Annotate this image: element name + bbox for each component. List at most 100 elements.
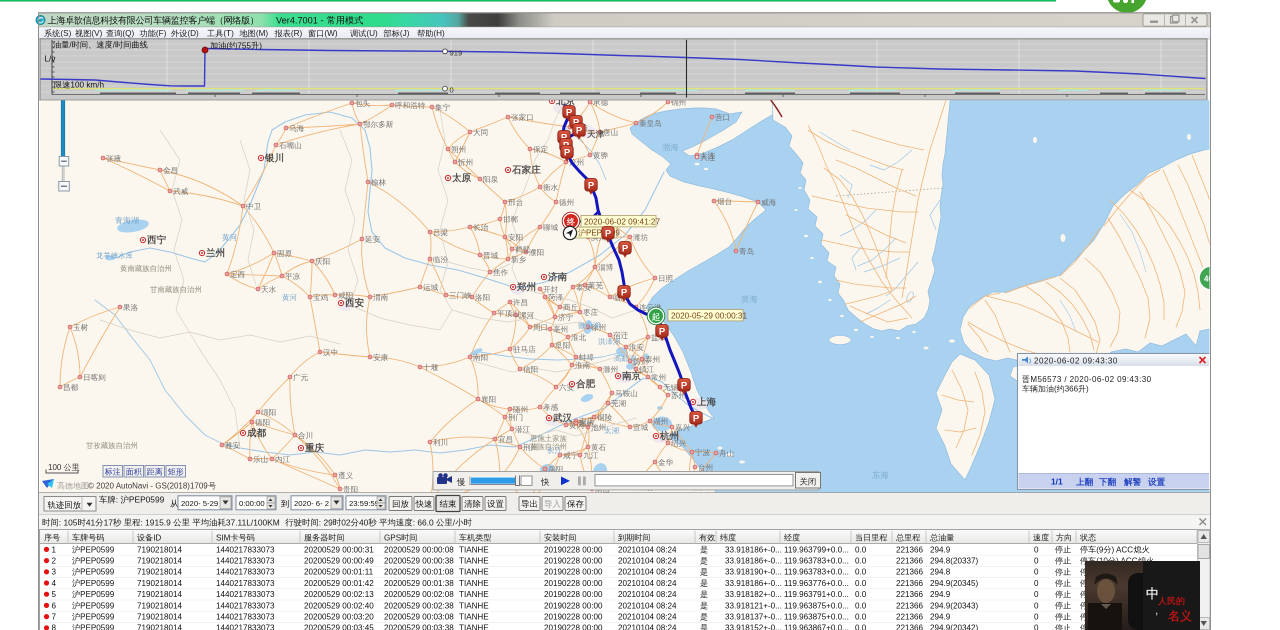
svg-text:20190228 00:00: 20190228 00:00	[544, 613, 603, 622]
svg-text:119.963791+0.0...: 119.963791+0.0...	[784, 590, 849, 599]
svg-text:20200529 00:03:45: 20200529 00:03:45	[304, 624, 374, 630]
svg-text:P: P	[693, 413, 700, 424]
svg-text:P: P	[564, 147, 571, 158]
svg-text:): )	[1086, 385, 1089, 394]
svg-text:119.963776+0.0...: 119.963776+0.0...	[784, 579, 849, 588]
svg-text:TIANHE: TIANHE	[459, 624, 489, 630]
svg-text:© 2020 AutoNavi - GS(2018)1709: © 2020 AutoNavi - GS(2018)1709	[88, 482, 208, 491]
svg-text:221366: 221366	[896, 624, 924, 630]
svg-text:0.0: 0.0	[855, 557, 867, 566]
svg-text:40: 40	[359, 517, 369, 527]
svg-text:7190218014: 7190218014	[137, 601, 183, 610]
svg-text:20210104 08:24: 20210104 08:24	[618, 557, 677, 566]
svg-text:20200529 00:01:42: 20200529 00:01:42	[304, 579, 374, 588]
svg-text:1440217833073: 1440217833073	[216, 613, 275, 622]
svg-text:0: 0	[1034, 613, 1039, 622]
svg-text:100: 100	[48, 463, 62, 472]
svg-text:20190228 00:00: 20190228 00:00	[544, 624, 603, 630]
svg-text:33.918121+-0...: 33.918121+-0...	[725, 601, 782, 610]
svg-text:TIANHE: TIANHE	[459, 557, 489, 566]
svg-text:1440217833073: 1440217833073	[216, 601, 275, 610]
svg-text:294.8(20337): 294.8(20337)	[930, 557, 978, 566]
svg-text:: 105: : 105	[59, 517, 78, 527]
svg-text:33.918190+-0...: 33.918190+-0...	[725, 568, 782, 577]
svg-text:(R): (R)	[291, 29, 303, 38]
svg-text:2020-06-02 09:41:27: 2020-06-02 09:41:27	[584, 217, 660, 226]
svg-text:41: 41	[86, 517, 96, 527]
svg-text:20200529 00:00:08: 20200529 00:00:08	[384, 545, 454, 554]
svg-text:(S): (S)	[60, 29, 71, 38]
svg-text:7190218014: 7190218014	[137, 557, 183, 566]
svg-text:02: 02	[341, 517, 351, 527]
svg-text:0: 0	[1034, 590, 1039, 599]
svg-text:20210104 08:24: 20210104 08:24	[618, 601, 677, 610]
svg-text:0.0: 0.0	[855, 624, 867, 630]
svg-text:221366: 221366	[896, 568, 924, 577]
svg-text:1440217833073: 1440217833073	[216, 545, 275, 554]
svg-text:TIANHE: TIANHE	[459, 579, 489, 588]
svg-text:221366: 221366	[896, 601, 924, 610]
svg-text:20200529 00:00:49: 20200529 00:00:49	[304, 557, 374, 566]
svg-text:20210104 08:24: 20210104 08:24	[618, 579, 677, 588]
svg-text:294.9: 294.9	[930, 613, 951, 622]
svg-text:33.918152+-0...: 33.918152+-0...	[725, 624, 782, 630]
svg-text:20200529 00:03:38: 20200529 00:03:38	[384, 624, 454, 630]
svg-text:0: 0	[450, 85, 454, 94]
svg-text:0.0: 0.0	[855, 568, 867, 577]
svg-text:(T): (T)	[223, 29, 234, 38]
svg-text:4: 4	[52, 579, 57, 588]
svg-text:Ver4.7001 -: Ver4.7001 -	[276, 15, 324, 25]
svg-text:0: 0	[1034, 601, 1039, 610]
svg-text:20200529 00:03:20: 20200529 00:03:20	[304, 613, 374, 622]
svg-text:PEP0599: PEP0599	[80, 568, 115, 577]
svg-text:119.963875+0.0...: 119.963875+0.0...	[784, 613, 849, 622]
svg-text:221366: 221366	[896, 545, 924, 554]
svg-text:755: 755	[237, 41, 251, 50]
svg-text:PEP0599: PEP0599	[80, 545, 115, 554]
svg-text:100 km/h: 100 km/h	[70, 81, 104, 90]
svg-text:33.918186+-0...: 33.918186+-0...	[725, 579, 782, 588]
svg-text:1: 1	[52, 545, 57, 554]
svg-text:: 1915.9: : 1915.9	[141, 517, 172, 527]
svg-text:20200529 00:02:13: 20200529 00:02:13	[304, 590, 374, 599]
svg-text:20210104 08:24: 20210104 08:24	[618, 545, 677, 554]
svg-text:0.0: 0.0	[855, 613, 867, 622]
svg-text:1440217833073: 1440217833073	[216, 557, 275, 566]
svg-text:TIANHE: TIANHE	[459, 590, 489, 599]
svg-text:20190228 00:00: 20190228 00:00	[544, 557, 603, 566]
svg-text:20190228 00:00: 20190228 00:00	[544, 601, 603, 610]
svg-text:SIM: SIM	[216, 533, 231, 542]
svg-text:20200529 00:01:38: 20200529 00:01:38	[384, 579, 454, 588]
svg-text:2: 2	[52, 557, 57, 566]
svg-text:294.9(20345): 294.9(20345)	[930, 579, 978, 588]
svg-text:20200529 00:03:08: 20200529 00:03:08	[384, 613, 454, 622]
svg-text:33.918186+-0...: 33.918186+-0...	[725, 557, 782, 566]
svg-text:: 66.0: : 66.0	[413, 517, 434, 527]
svg-text:119.963799+0.0...: 119.963799+0.0...	[784, 545, 849, 554]
svg-text:TIANHE: TIANHE	[459, 568, 489, 577]
svg-text:GPS: GPS	[384, 533, 402, 542]
svg-text:8: 8	[52, 624, 57, 630]
svg-text:366: 366	[1065, 385, 1079, 394]
svg-text:7190218014: 7190218014	[137, 590, 183, 599]
svg-text:(: (	[1054, 385, 1057, 394]
svg-text:) ACC: ) ACC	[1112, 545, 1134, 554]
svg-text:294.9: 294.9	[930, 545, 951, 554]
svg-text:TIANHE: TIANHE	[459, 545, 489, 554]
svg-text:1440217833073: 1440217833073	[216, 579, 275, 588]
svg-text:20200529 00:00:38: 20200529 00:00:38	[384, 557, 454, 566]
svg-text:(F): (F)	[156, 29, 167, 38]
svg-text:2020- 6- 2: 2020- 6- 2	[294, 499, 329, 508]
svg-text:(Q): (Q)	[122, 29, 134, 38]
svg-text:(H): (H)	[433, 29, 445, 38]
svg-text:0.0: 0.0	[855, 579, 867, 588]
svg-text:2020-05-29 00:00:31: 2020-05-29 00:00:31	[671, 311, 747, 320]
svg-text:37.11L/100KM: 37.11L/100KM	[226, 517, 280, 527]
svg-text:PEP0599: PEP0599	[80, 579, 115, 588]
svg-text:PEP0599: PEP0599	[80, 601, 115, 610]
svg-text:PEP0599: PEP0599	[129, 495, 165, 505]
svg-text:221366: 221366	[896, 613, 924, 622]
svg-text:P: P	[659, 326, 666, 337]
svg-text:294.9: 294.9	[930, 590, 951, 599]
svg-text:20200529 00:02:08: 20200529 00:02:08	[384, 590, 454, 599]
